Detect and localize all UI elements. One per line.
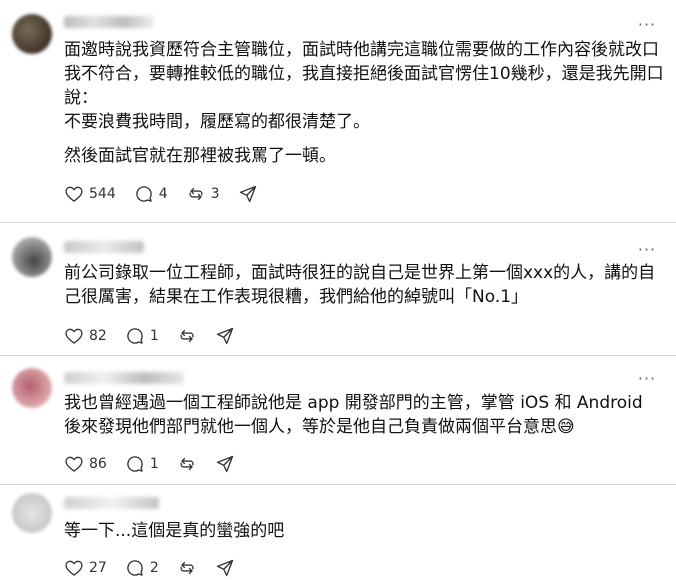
username-blurred[interactable] xyxy=(64,497,159,509)
heart-icon xyxy=(65,456,83,472)
repost-button[interactable] xyxy=(177,556,197,580)
avatar[interactable] xyxy=(12,14,52,54)
like-button[interactable]: 86 xyxy=(64,452,107,476)
reply-button[interactable]: 2 xyxy=(125,556,159,580)
reply-count: 2 xyxy=(149,560,159,576)
username-blurred[interactable] xyxy=(64,16,154,28)
share-icon xyxy=(216,559,233,577)
username-blurred[interactable] xyxy=(64,241,144,253)
reply-count: 1 xyxy=(149,456,159,472)
post-text: 然後面試官就在那裡被我罵了一頓。 xyxy=(64,146,336,166)
repost-button[interactable] xyxy=(177,452,197,476)
share-button[interactable] xyxy=(215,556,235,580)
repost-icon xyxy=(180,457,194,471)
repost-button[interactable]: 3 xyxy=(186,182,220,206)
thread-post: 等一下...這個是真的蠻強的吧 27 2 xyxy=(0,485,676,577)
thread-post: ··· 面邀時說我資歷符合主管職位，面試時他講完這職位需要做的工作內容後就改口我… xyxy=(0,0,676,223)
reply-button[interactable]: 1 xyxy=(125,324,159,348)
like-count: 544 xyxy=(89,186,116,202)
share-button[interactable] xyxy=(215,452,235,476)
thread-post: ··· 前公司錄取一位工程師，面試時很狂的說自己是世界上第一個xxx的人，講的自… xyxy=(0,223,676,356)
repost-icon xyxy=(180,329,194,343)
reply-count: 4 xyxy=(158,186,168,202)
share-icon xyxy=(216,455,233,473)
more-icon[interactable]: ··· xyxy=(636,371,658,387)
repost-icon xyxy=(180,561,194,575)
more-icon[interactable]: ··· xyxy=(636,17,658,33)
reply-button[interactable]: 4 xyxy=(134,182,168,206)
repost-icon xyxy=(189,187,203,201)
more-icon[interactable]: ··· xyxy=(636,242,658,258)
share-icon xyxy=(239,185,256,203)
username-blurred[interactable] xyxy=(64,372,184,384)
like-button[interactable]: 544 xyxy=(64,182,116,206)
reply-count: 1 xyxy=(149,328,159,344)
comment-icon xyxy=(127,456,143,472)
post-text: 我也曾經遇過一個工程師說他是 app 開發部門的主管，掌管 iOS 和 Andr… xyxy=(64,393,643,437)
avatar[interactable] xyxy=(12,237,52,277)
thread-post: ··· 我也曾經遇過一個工程師說他是 app 開發部門的主管，掌管 iOS 和 … xyxy=(0,356,676,485)
like-button[interactable]: 82 xyxy=(64,324,107,348)
like-count: 82 xyxy=(89,328,107,344)
post-text: 前公司錄取一位工程師，面試時很狂的說自己是世界上第一個xxx的人，講的自己很厲害… xyxy=(64,263,656,307)
post-actions: 544 4 3 xyxy=(64,182,276,206)
post-text: 面邀時說我資歷符合主管職位，面試時他講完這職位需要做的工作內容後就改口我不符合，… xyxy=(64,40,664,132)
post-actions: 86 1 xyxy=(64,452,253,476)
avatar[interactable] xyxy=(12,368,52,408)
reply-button[interactable]: 1 xyxy=(125,452,159,476)
share-icon xyxy=(216,327,233,345)
comment-icon xyxy=(127,560,143,576)
share-button[interactable] xyxy=(215,324,235,348)
repost-count: 3 xyxy=(210,186,220,202)
like-button[interactable]: 27 xyxy=(64,556,107,580)
like-count: 27 xyxy=(89,560,107,576)
share-button[interactable] xyxy=(238,182,258,206)
comment-icon xyxy=(127,328,143,344)
heart-icon xyxy=(65,186,83,202)
comment-icon xyxy=(135,186,152,202)
post-text: 等一下...這個是真的蠻強的吧 xyxy=(64,521,285,541)
avatar[interactable] xyxy=(12,493,52,533)
like-count: 86 xyxy=(89,456,107,472)
repost-button[interactable] xyxy=(177,324,197,348)
post-actions: 82 1 xyxy=(64,324,253,348)
heart-icon xyxy=(65,328,83,344)
heart-icon xyxy=(65,560,83,576)
post-actions: 27 2 xyxy=(64,556,253,580)
